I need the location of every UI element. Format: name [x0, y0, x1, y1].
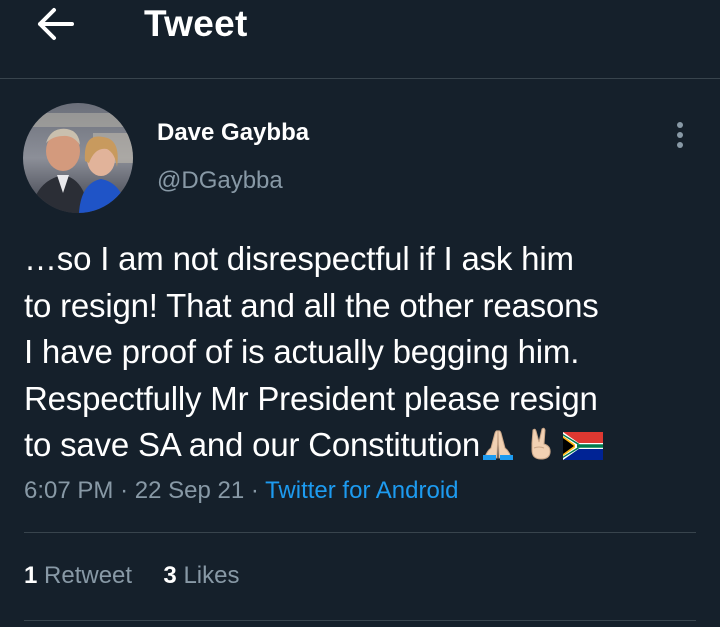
likes-stat[interactable]: 3 Likes	[163, 562, 239, 589]
tweet-metadata: 6:07 PM · 22 Sep 21 · Twitter for Androi…	[24, 476, 459, 506]
tweet-line: Respectfully Mr President please resign	[24, 379, 598, 417]
tweet-time: 6:07 PM	[24, 477, 114, 504]
tweet-source-link[interactable]: Twitter for Android	[265, 477, 458, 504]
tweet-stats: 1 Retweet 3 Likes	[24, 561, 239, 591]
tweet-line: to save SA and our Constitution	[24, 426, 481, 463]
vertical-ellipsis-icon	[677, 122, 683, 148]
likes-count: 3	[163, 562, 177, 589]
page-title: Tweet	[144, 3, 248, 44]
meta-separator: ·	[250, 477, 259, 504]
tweet-line: to resign! That and all the other reason…	[24, 286, 599, 324]
author-display-name[interactable]: Dave Gaybba	[157, 118, 309, 148]
tweet-date: 22 Sep 21	[134, 477, 245, 504]
back-button[interactable]	[30, 0, 82, 50]
tweet-line: …so I am not disrespectful if I ask him	[24, 240, 574, 277]
south-africa-flag-icon	[563, 426, 604, 473]
divider	[24, 532, 696, 533]
likes-label: Likes	[183, 562, 240, 589]
tweet-text: …so I am not disrespectful if I ask him …	[24, 236, 714, 473]
top-bar: Tweet	[0, 0, 720, 79]
retweets-label: Retweet	[44, 562, 133, 589]
divider	[24, 620, 696, 621]
tweet-detail-screen: Tweet Dave Gaybba @DGaybba …so I am not …	[0, 0, 720, 627]
arrow-left-icon	[38, 8, 74, 40]
meta-separator: ·	[120, 477, 129, 504]
folded-hands-icon	[481, 426, 515, 473]
retweets-count: 1	[24, 562, 38, 589]
victory-hand-icon	[523, 426, 557, 473]
avatar[interactable]	[23, 103, 133, 213]
retweets-stat[interactable]: 1 Retweet	[24, 562, 132, 589]
tweet-line-last: to save SA and our Constitution	[24, 422, 714, 473]
author-handle[interactable]: @DGaybba	[157, 166, 283, 196]
tweet-line: I have proof of is actually begging him.	[24, 333, 580, 370]
more-options-button[interactable]	[668, 120, 692, 150]
